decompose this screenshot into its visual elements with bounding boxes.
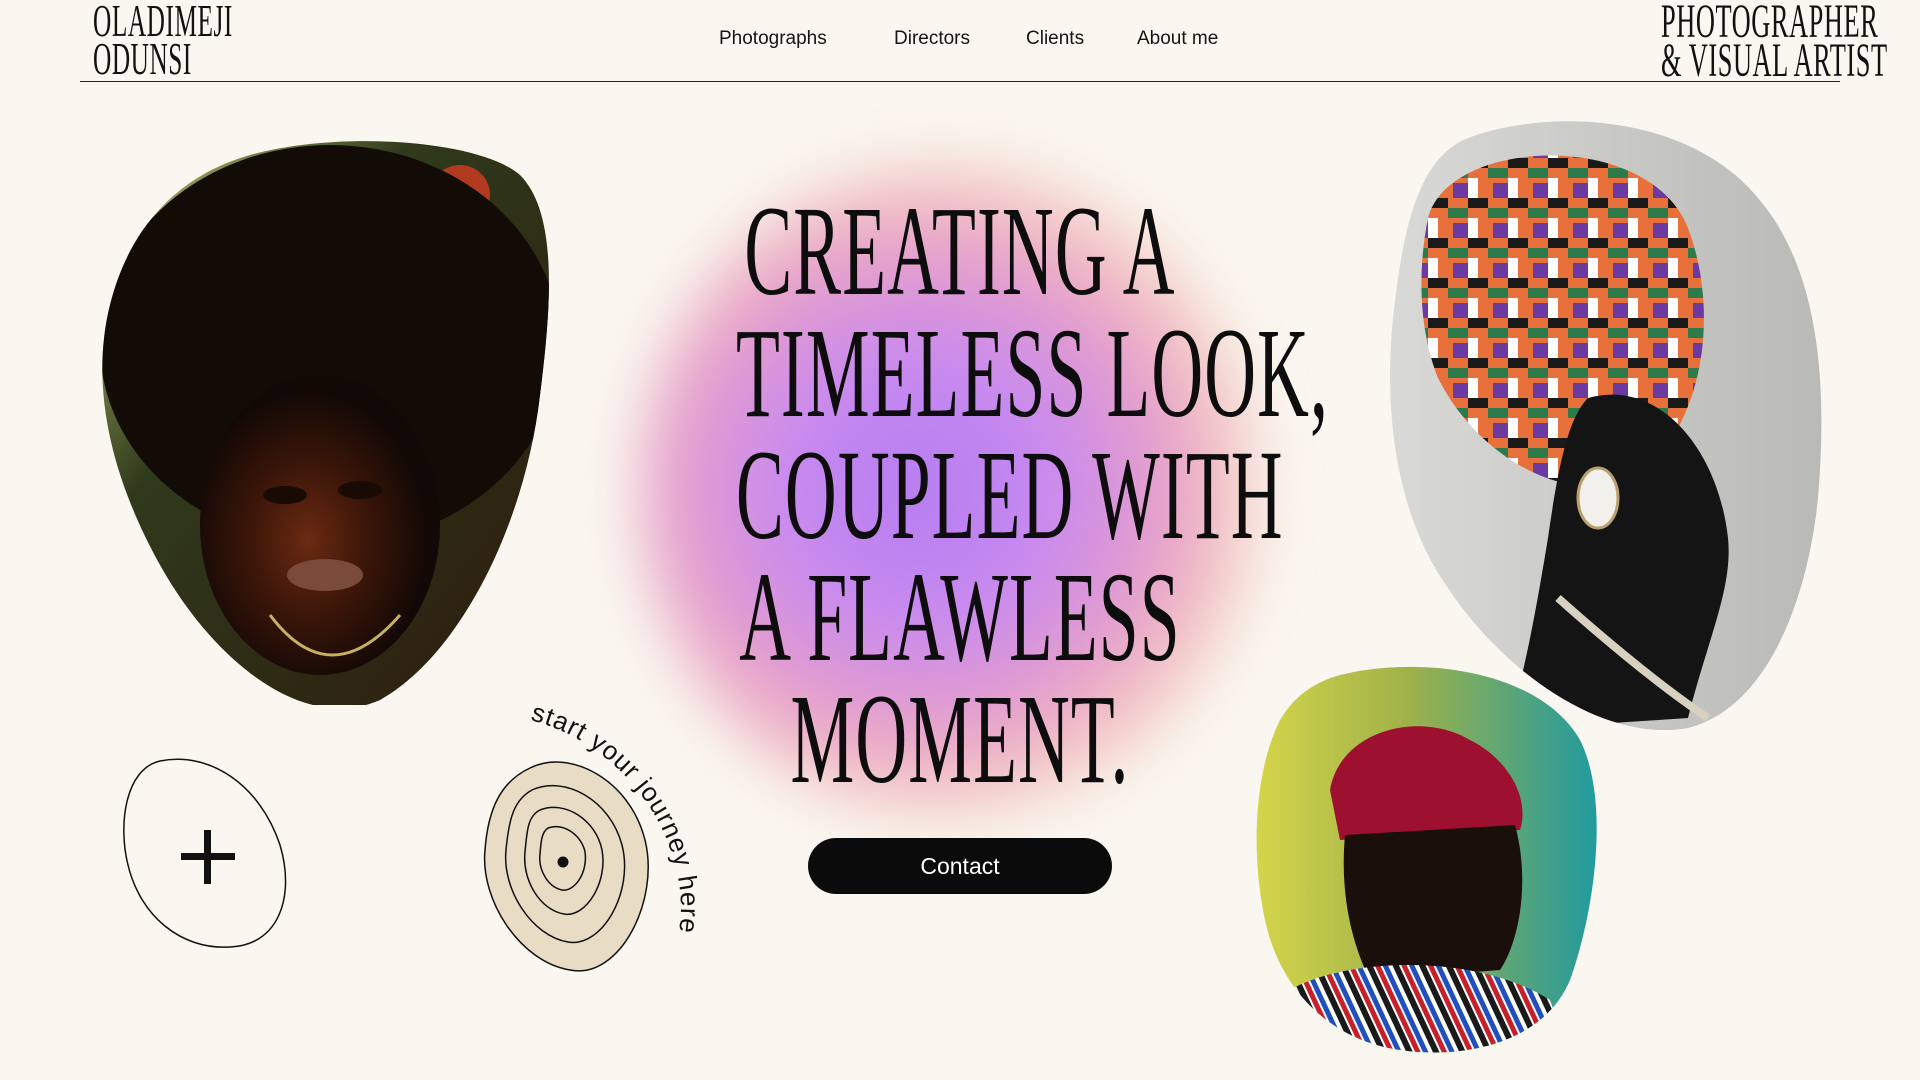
portrait-afro-image [100, 135, 550, 705]
nav-directors[interactable]: Directors [894, 28, 970, 50]
nav-clients[interactable]: Clients [1026, 28, 1084, 50]
add-button[interactable] [120, 755, 292, 951]
plus-icon [123, 758, 287, 948]
headline-line-5: MOMENT. [790, 668, 1130, 810]
tagline-line-2: & VISUAL ARTIST [1661, 34, 1888, 87]
start-journey-badge[interactable]: start your journey here [470, 697, 710, 980]
portrait-headwrap-image [1388, 118, 1824, 730]
nav-photographs[interactable]: Photographs [719, 28, 827, 50]
header-divider [80, 81, 1840, 82]
headline-line-3: COUPLED WITH [736, 424, 1284, 566]
nav-about-me[interactable]: About me [1137, 28, 1218, 50]
headline-line-2: TIMELESS LOOK, [736, 302, 1330, 444]
target-rings-icon [483, 761, 649, 972]
headline-line-1: CREATING A [744, 180, 1176, 322]
contact-button[interactable]: Contact [808, 838, 1112, 894]
headline-line-4: A FLAWLESS [739, 546, 1181, 688]
tagline: PHOTOGRAPHER & VISUAL ARTIST [1526, 0, 1888, 87]
